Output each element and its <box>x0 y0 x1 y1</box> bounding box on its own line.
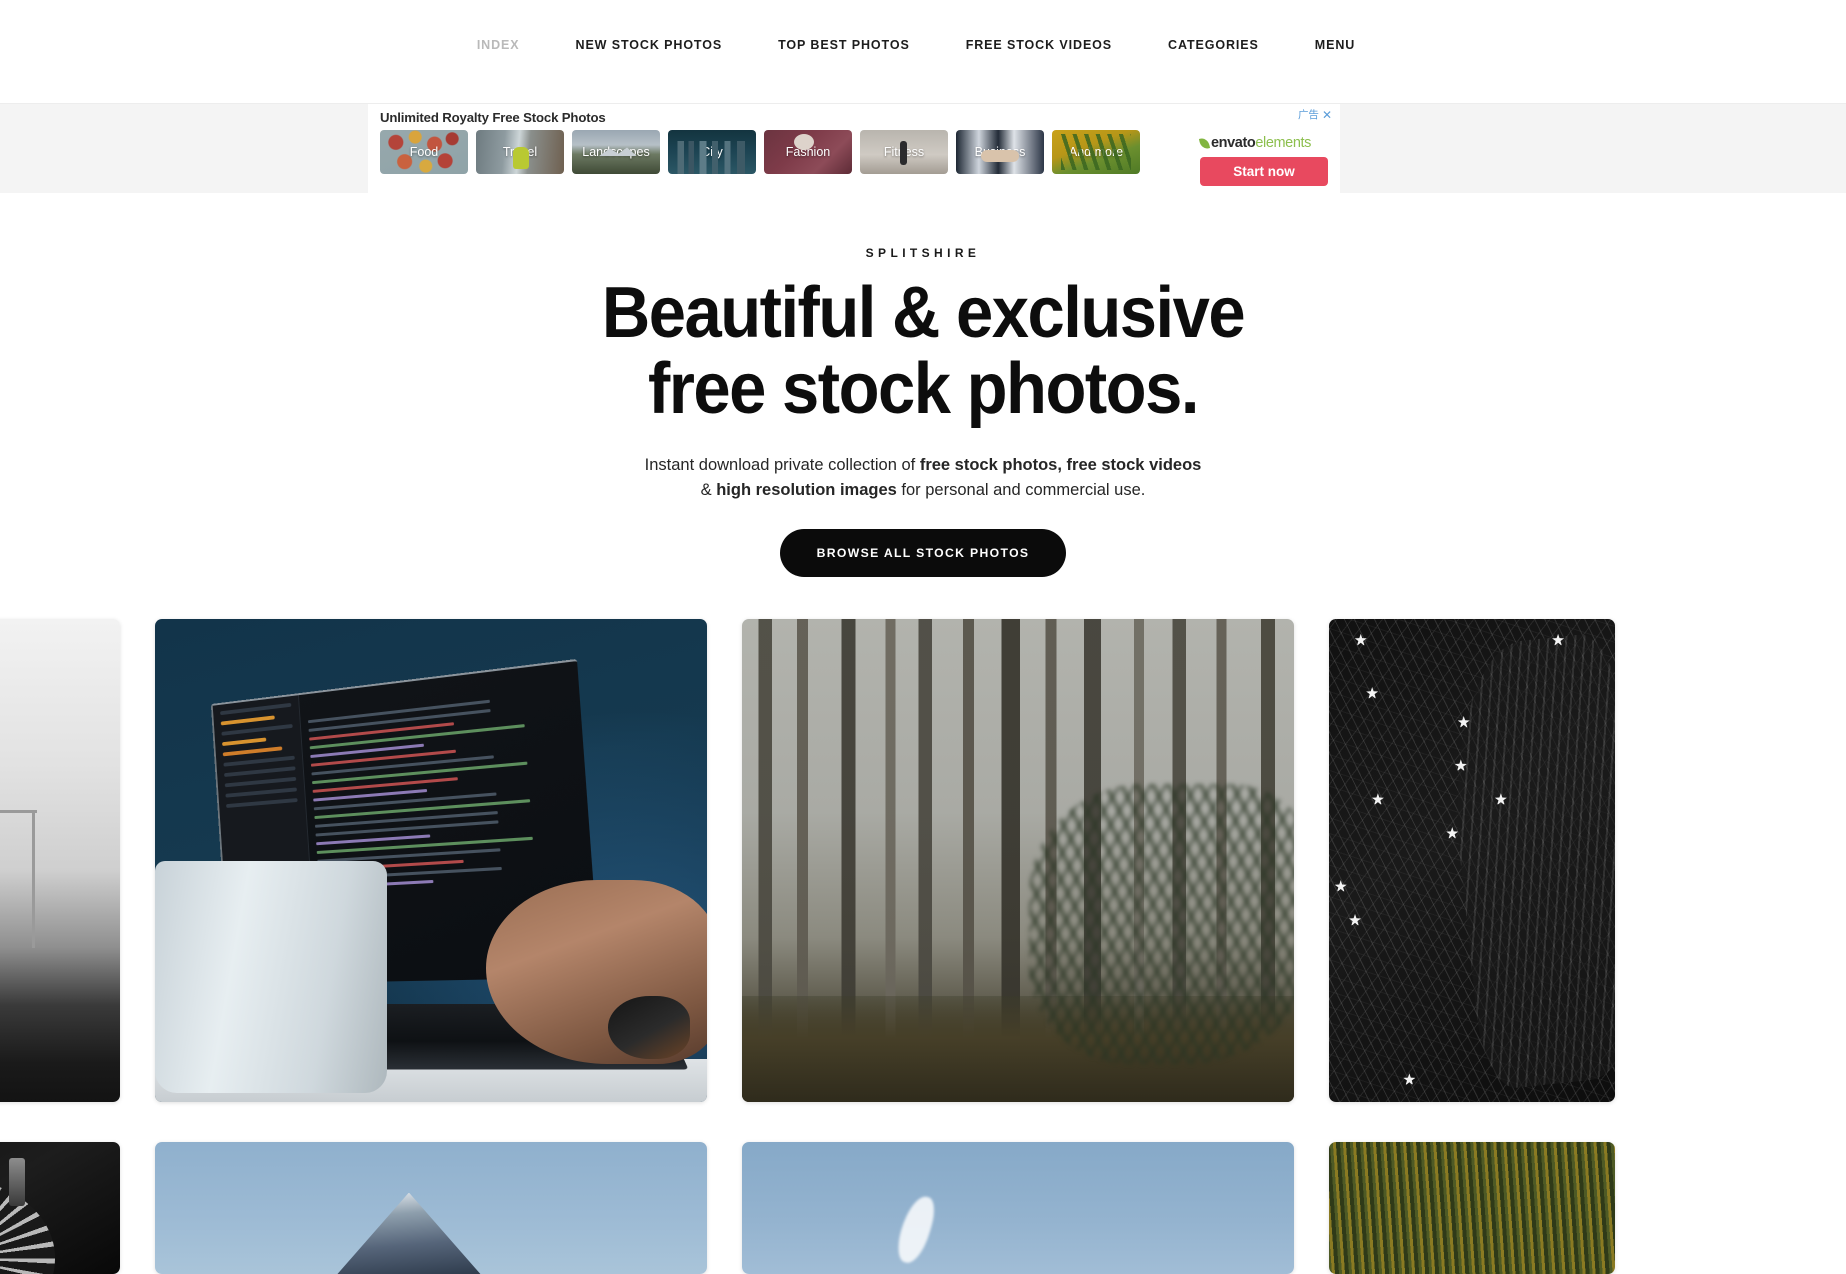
nav-item-free-stock-videos[interactable]: FREE STOCK VIDEOS <box>938 32 1140 58</box>
mountain-peak <box>337 1193 481 1274</box>
cloud-wisp <box>893 1193 938 1267</box>
ad-thumb-fashion[interactable]: Fashion <box>764 130 852 174</box>
page-title-line-1: Beautiful & exclusive <box>602 273 1244 353</box>
ad-thumb-landscapes[interactable]: Landscapes <box>572 130 660 174</box>
dark-flowers-photo[interactable] <box>1329 619 1615 1102</box>
foggy-street-photo[interactable] <box>0 619 120 1102</box>
ad-thumb-food[interactable]: Food <box>380 130 468 174</box>
autumn-forest-photo[interactable] <box>1329 1142 1615 1274</box>
ad-brand-block: envato elements Start now <box>1200 135 1328 186</box>
page-title: Beautiful & exclusive free stock photos. <box>65 276 1782 427</box>
hero-subtitle-part-3: for personal and commercial use. <box>897 481 1146 499</box>
brand-name-secondary: elements <box>1255 135 1311 151</box>
browse-all-stock-photos-button[interactable]: BROWSE ALL STOCK PHOTOS <box>780 529 1067 577</box>
ad-controls[interactable]: 广告 ✕ <box>1298 107 1332 122</box>
ad-thumb-and-more[interactable]: And more <box>1052 130 1140 174</box>
nav-item-categories[interactable]: CATEGORIES <box>1140 32 1287 58</box>
coffee-mug <box>155 861 387 1093</box>
laptop-coding-photo[interactable] <box>155 619 707 1102</box>
mountain-peak-photo[interactable] <box>155 1142 707 1274</box>
wristwatch <box>608 996 691 1059</box>
ad-thumb-label: And more <box>1052 145 1140 159</box>
blue-sky-photo[interactable] <box>742 1142 1294 1274</box>
brand-name-primary: envato <box>1211 135 1255 151</box>
ad-thumb-label: Landscapes <box>572 145 660 159</box>
car-wheel-photo[interactable] <box>0 1142 120 1274</box>
envato-elements-logo: envato elements <box>1200 135 1328 151</box>
hero-subtitle-emphasis-1: free stock photos, free stock videos <box>920 456 1202 474</box>
ad-thumb-label: Business <box>956 145 1044 159</box>
ad-thumb-travel[interactable]: Travel <box>476 130 564 174</box>
ad-thumb-city[interactable]: City <box>668 130 756 174</box>
misty-forest-photo[interactable] <box>742 619 1294 1102</box>
hero-subtitle-part-1: Instant download private collection of <box>645 456 920 474</box>
ad-thumb-business[interactable]: Business <box>956 130 1044 174</box>
close-icon[interactable]: ✕ <box>1322 109 1332 121</box>
hero-section: SPLITSHIRE Beautiful & exclusive free st… <box>0 193 1846 577</box>
ad-thumb-fitness[interactable]: Fitness <box>860 130 948 174</box>
leaf-icon <box>1199 137 1210 150</box>
gallery-row-2 <box>0 1142 1846 1274</box>
ad-headline: Unlimited Royalty Free Stock Photos <box>380 110 1330 125</box>
nav-item-menu[interactable]: MENU <box>1287 32 1383 58</box>
hero-subtitle-emphasis-2: high resolution images <box>716 481 897 499</box>
hero-subtitle-part-2: & <box>701 481 717 499</box>
nav-item-index[interactable]: INDEX <box>463 32 548 58</box>
ad-thumb-label: Food <box>380 145 468 159</box>
hero-subtitle: Instant download private collection of f… <box>0 453 1846 503</box>
advertisement-unit[interactable]: 广告 ✕ Unlimited Royalty Free Stock Photos… <box>368 104 1340 194</box>
main-navigation: INDEX NEW STOCK PHOTOS TOP BEST PHOTOS F… <box>463 32 1383 58</box>
photo-gallery <box>0 619 1846 1274</box>
gallery-row-1 <box>0 619 1846 1102</box>
site-header: INDEX NEW STOCK PHOTOS TOP BEST PHOTOS F… <box>0 0 1846 103</box>
site-brand-eyebrow: SPLITSHIRE <box>0 246 1846 260</box>
foreground-branch <box>1029 784 1294 1064</box>
ad-thumb-label: Fitness <box>860 145 948 159</box>
ad-thumb-label: Fashion <box>764 145 852 159</box>
nav-item-top-best-photos[interactable]: TOP BEST PHOTOS <box>750 32 938 58</box>
advertisement-band: 广告 ✕ Unlimited Royalty Free Stock Photos… <box>0 103 1846 193</box>
door-handle <box>9 1158 25 1206</box>
nav-item-new-stock-photos[interactable]: NEW STOCK PHOTOS <box>548 32 751 58</box>
ad-thumb-label: Travel <box>476 145 564 159</box>
ad-thumb-label: City <box>668 145 756 159</box>
start-now-button[interactable]: Start now <box>1200 157 1328 186</box>
ad-label: 广告 <box>1298 107 1319 122</box>
page-title-line-2: free stock photos. <box>648 349 1198 429</box>
ad-category-thumbnails: Food Travel Landscapes City Fashion Fitn… <box>380 130 1330 174</box>
